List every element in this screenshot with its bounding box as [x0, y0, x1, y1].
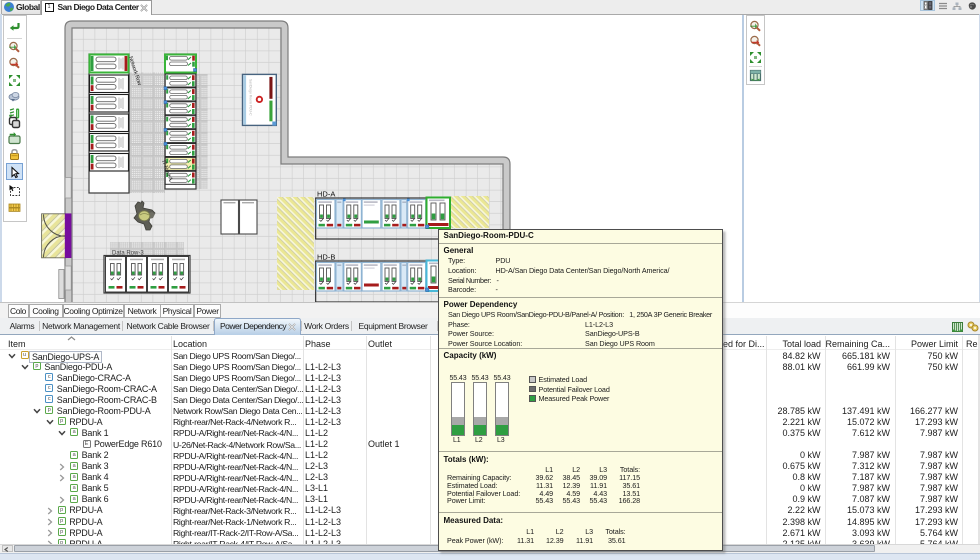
svg-text:HD-B: HD-B	[317, 253, 335, 262]
svg-text:SanDiego Room PDU-C: SanDiego Room PDU-C	[249, 79, 253, 116]
svg-text:HD-A: HD-A	[317, 190, 335, 199]
